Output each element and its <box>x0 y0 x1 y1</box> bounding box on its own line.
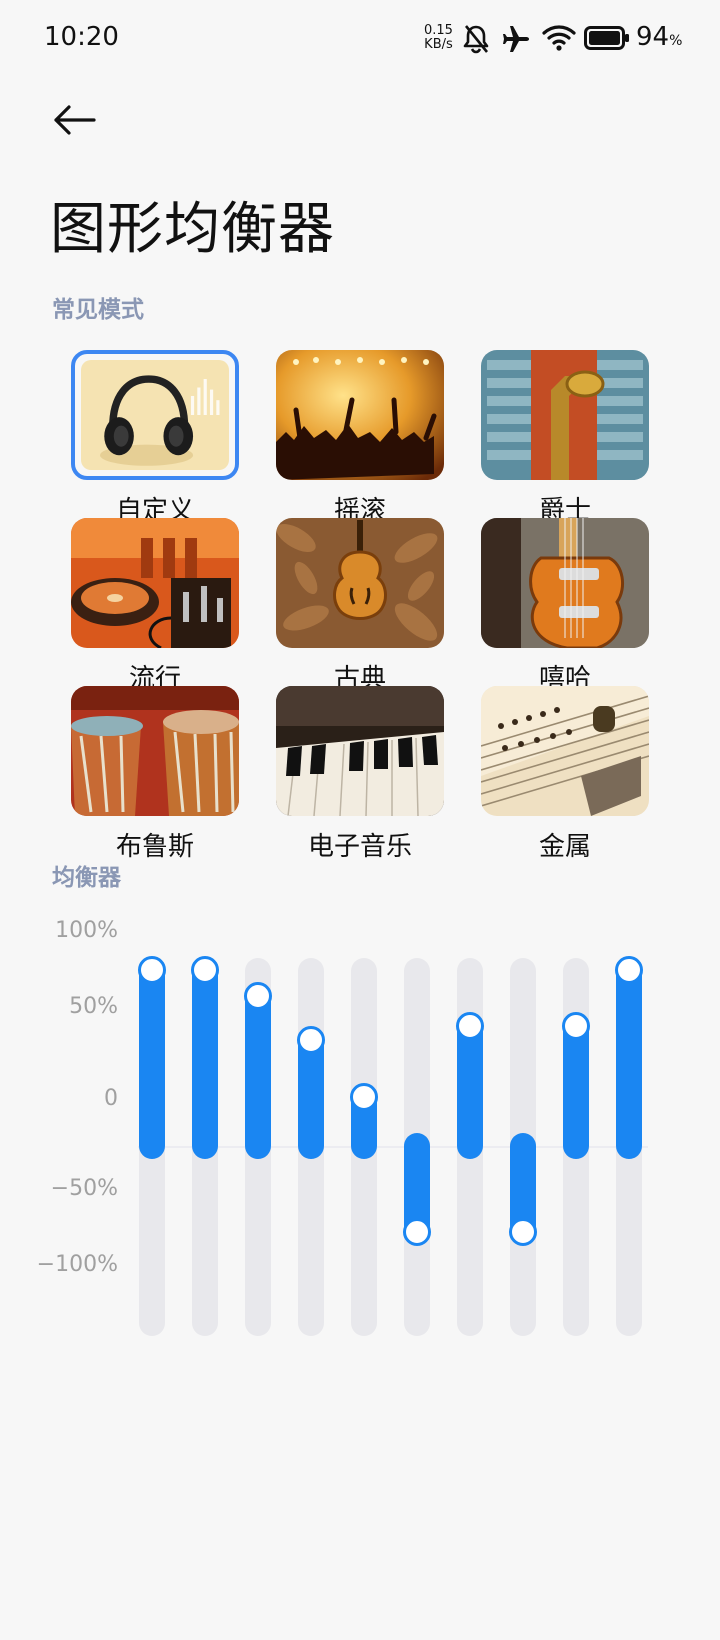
status-bar: 10:20 0.15 KB/s 94% <box>0 0 720 80</box>
equalizer: 100% 50% 0 −50% −100% <box>0 918 720 1350</box>
arrow-left-icon <box>54 105 96 135</box>
axis-label-50: 50% <box>69 994 118 1019</box>
preset-hiphop[interactable]: 嘻哈 <box>470 510 654 694</box>
airplane-mode-icon <box>500 24 532 58</box>
axis-label-minus-100: −100% <box>36 1252 118 1277</box>
drums-image <box>71 686 239 816</box>
presets-section-title: 常见模式 <box>52 297 144 323</box>
headphones-icon <box>81 360 229 470</box>
preset-label: 电子音乐 <box>307 832 412 862</box>
eq-band-knob[interactable] <box>615 956 643 984</box>
back-button[interactable] <box>46 96 102 144</box>
bell-off-icon <box>462 24 490 58</box>
net-speed: 0.15 KB/s <box>424 24 453 52</box>
axis-label-0: 0 <box>104 1086 118 1111</box>
eq-band-knob[interactable] <box>403 1217 431 1246</box>
eq-band-knob[interactable] <box>138 956 166 984</box>
preset-metal[interactable]: 金属 <box>470 678 654 862</box>
preset-classical[interactable]: 古典 <box>265 510 449 694</box>
concert-crowd-image <box>276 350 444 480</box>
net-speed-value: 0.15 <box>424 23 453 38</box>
battery-level: 94% <box>636 22 683 52</box>
eq-band-level <box>192 957 218 1159</box>
axis-label-minus-50: −50% <box>50 1176 118 1201</box>
eq-band-level <box>616 957 642 1159</box>
preset-pop[interactable]: 流行 <box>60 510 244 694</box>
preset-label: 金属 <box>538 832 591 862</box>
eq-band-knob[interactable] <box>191 956 219 984</box>
page-title: 图形均衡器 <box>50 197 335 262</box>
guitar-strings-image <box>481 686 649 816</box>
keyboard-image <box>276 686 444 816</box>
preset-electronic[interactable]: 电子音乐 <box>265 678 449 862</box>
equalizer-section-title: 均衡器 <box>52 865 121 891</box>
preset-custom[interactable]: 自定义 <box>60 342 244 526</box>
status-time: 10:20 <box>44 22 119 52</box>
electric-guitar-image <box>481 518 649 648</box>
violin-image <box>276 518 444 648</box>
eq-band-level <box>139 957 165 1159</box>
preset-jazz[interactable]: 爵士 <box>470 342 654 526</box>
wifi-icon <box>542 24 576 56</box>
preset-thumb <box>71 350 239 480</box>
eq-band-knob[interactable] <box>509 1217 537 1246</box>
eq-band-knob[interactable] <box>350 1082 378 1111</box>
preset-blues[interactable]: 布鲁斯 <box>60 678 244 862</box>
saxophone-image <box>481 350 649 480</box>
battery-icon <box>584 26 630 54</box>
preset-rock[interactable]: 摇滚 <box>265 342 449 526</box>
dj-turntable-image <box>71 518 239 648</box>
axis-label-100: 100% <box>55 918 118 943</box>
net-speed-unit: KB/s <box>424 37 453 52</box>
